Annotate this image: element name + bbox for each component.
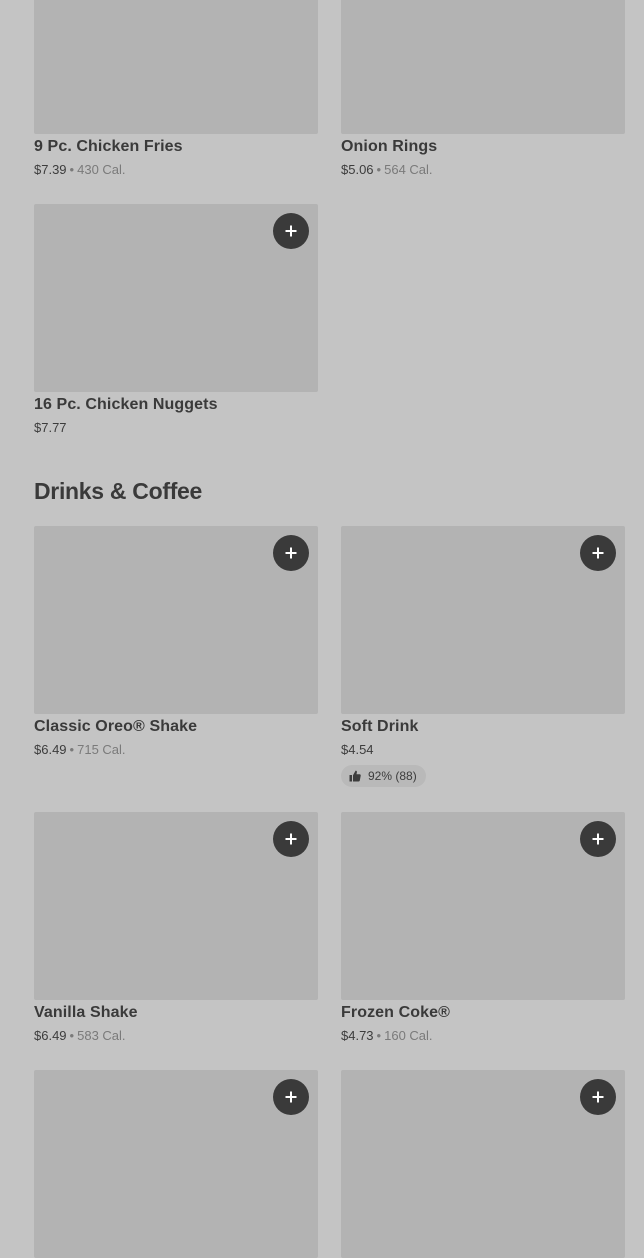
item-name: 9 Pc. Chicken Fries [34,138,183,155]
plus-icon [285,547,297,559]
menu-item-card[interactable]: 16 Pc. Chicken Nuggets $7.77 [34,204,318,435]
item-price: $6.49 [34,742,67,757]
add-to-cart-button[interactable] [273,213,309,249]
plus-icon [285,225,297,237]
add-to-cart-button[interactable] [580,535,616,571]
menu-page: 9 Pc. Chicken Fries $7.39 • 430 Cal. Onion… [0,0,644,1258]
add-to-cart-button[interactable] [273,535,309,571]
rating-badge: 92% (88) [341,765,426,787]
item-image[interactable] [34,526,318,714]
thumbs-up-icon [349,770,361,782]
item-price-calories: $4.73 • 160 Cal. [341,1028,433,1043]
item-image[interactable] [341,0,625,134]
item-name: Vanilla Shake [34,1004,138,1021]
item-image[interactable] [341,1070,625,1258]
menu-item-card[interactable]: 9 Pc. Chicken Fries $7.39 • 430 Cal. [34,0,318,177]
item-image[interactable] [34,1070,318,1258]
item-image[interactable] [34,204,318,392]
section-title: Drinks & Coffee [34,478,203,504]
item-calories: 564 Cal. [384,162,433,177]
item-price: $5.06 [341,162,374,177]
item-price: $4.73 [341,1028,374,1043]
separator-dot: • [376,1028,382,1043]
menu-item-card[interactable]: Frozen Coke® $4.73 • 160 Cal. [341,812,625,1043]
item-price-calories: $6.49 • 583 Cal. [34,1028,126,1043]
item-image[interactable] [34,812,318,1000]
item-price: $4.54 [341,742,374,757]
plus-icon [592,833,604,845]
plus-icon [285,1091,297,1103]
menu-item-card[interactable] [341,1070,625,1258]
item-price-calories: $6.49 • 715 Cal. [34,742,126,757]
plus-icon [285,833,297,845]
item-calories: 160 Cal. [384,1028,433,1043]
item-name: 16 Pc. Chicken Nuggets [34,396,218,413]
item-image[interactable] [341,812,625,1000]
item-price: $7.39 [34,162,67,177]
add-to-cart-button[interactable] [273,821,309,857]
rating-text: 92% (88) [368,769,417,783]
item-image[interactable] [341,526,625,714]
separator-dot: • [69,1028,75,1043]
add-to-cart-button[interactable] [580,821,616,857]
separator-dot: • [69,162,75,177]
menu-item-card[interactable] [34,1070,318,1258]
plus-icon [592,547,604,559]
item-name: Soft Drink [341,718,419,735]
item-calories: 430 Cal. [77,162,126,177]
item-price: $7.77 [34,420,67,435]
add-to-cart-button[interactable] [273,1079,309,1115]
add-to-cart-button[interactable] [580,1079,616,1115]
item-name: Frozen Coke® [341,1004,451,1021]
item-image[interactable] [34,0,318,134]
item-price: $6.49 [34,1028,67,1043]
item-calories: 583 Cal. [77,1028,126,1043]
item-name: Onion Rings [341,138,438,155]
menu-item-card[interactable]: Soft Drink $4.54 92% (88) [341,526,625,787]
item-calories: 715 Cal. [77,742,126,757]
item-price-calories: $5.06 • 564 Cal. [341,162,433,177]
item-name: Classic Oreo® Shake [34,718,198,735]
separator-dot: • [376,162,382,177]
plus-icon [592,1091,604,1103]
menu-item-card[interactable]: Vanilla Shake $6.49 • 583 Cal. [34,812,318,1043]
menu-item-card[interactable]: Classic Oreo® Shake $6.49 • 715 Cal. [34,526,318,757]
item-price-calories: $7.39 • 430 Cal. [34,162,126,177]
separator-dot: • [69,742,75,757]
menu-item-card[interactable]: Onion Rings $5.06 • 564 Cal. [341,0,625,177]
